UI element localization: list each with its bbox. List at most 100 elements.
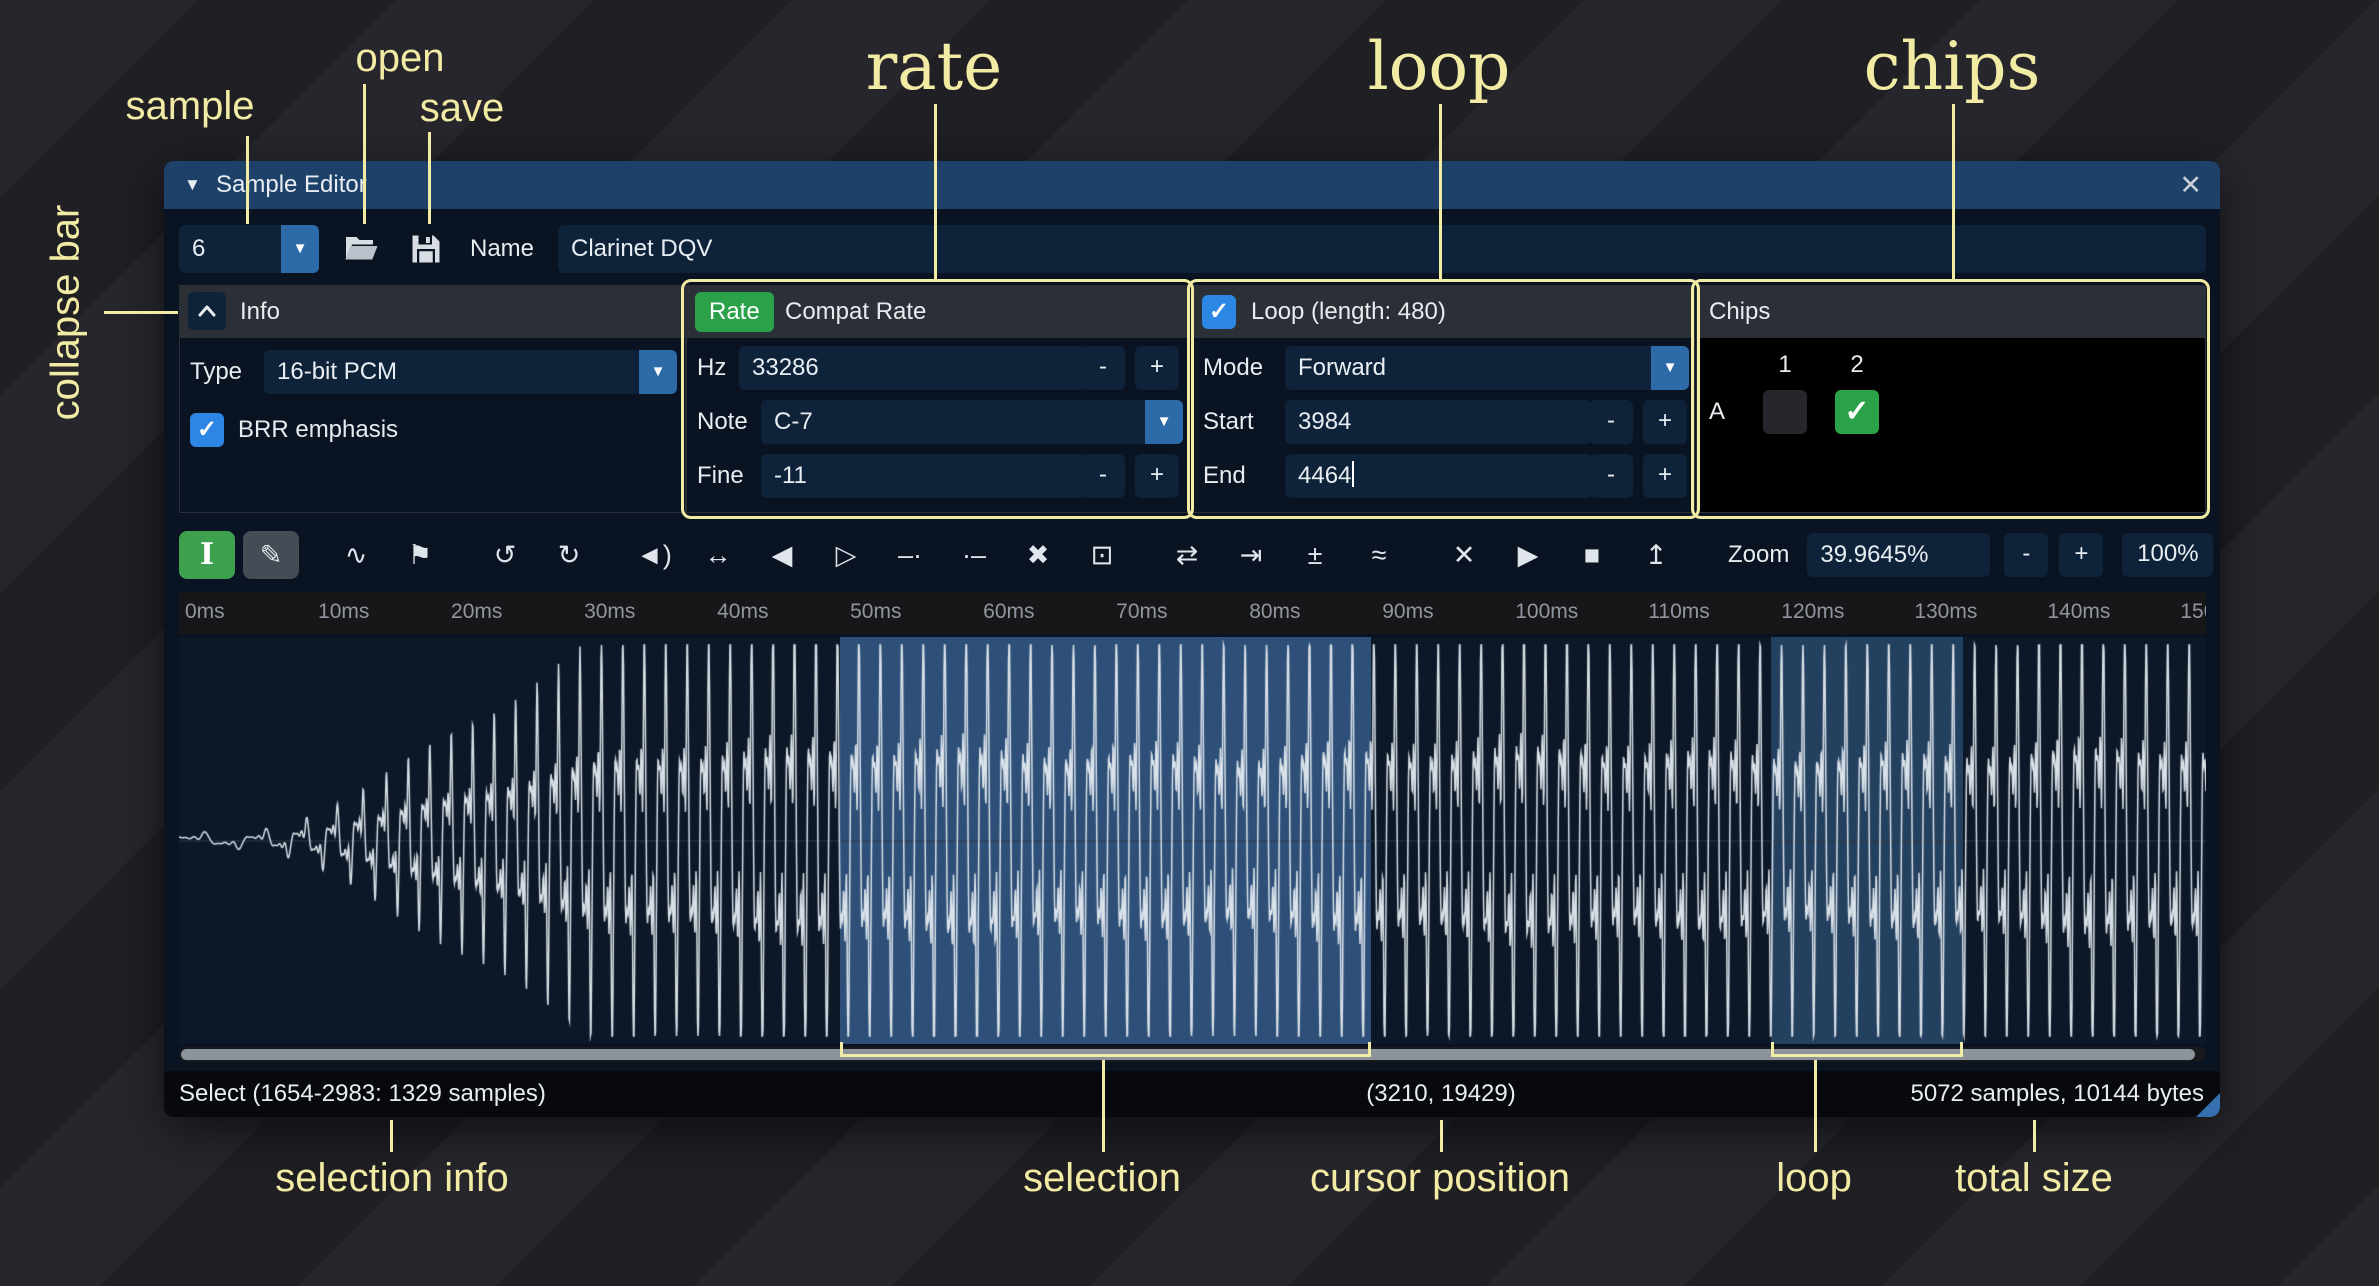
annotation-selection: selection: [962, 1156, 1242, 1201]
amplify-button[interactable]: ◄): [626, 531, 682, 579]
trim-button[interactable]: ⊡: [1074, 531, 1130, 579]
select-tool-button[interactable]: I: [179, 531, 235, 579]
zoom-input[interactable]: 39.9645%: [1807, 533, 1990, 577]
redo-button[interactable]: ↻: [541, 531, 597, 579]
preview-button[interactable]: ▶: [1500, 531, 1556, 579]
rate-highlight-outline: [681, 279, 1194, 519]
resize-button[interactable]: ↔: [690, 531, 746, 579]
resize-grip[interactable]: [2196, 1093, 2220, 1117]
ruler-label: 130ms: [1914, 600, 1977, 624]
ruler-label: 110ms: [1648, 600, 1709, 624]
status-bar: Select (1654-2983: 1329 samples) (3210, …: [164, 1071, 2220, 1117]
ruler-label: 140ms: [2047, 600, 2110, 624]
import-button[interactable]: ↥: [1628, 531, 1684, 579]
annotation-save: save: [392, 86, 532, 131]
zoom-reset-button[interactable]: 100%: [2122, 533, 2213, 577]
zoom-out-button[interactable]: -: [2004, 533, 2048, 577]
ruler-label: 10ms: [318, 600, 369, 624]
annotation-loop: loop: [1319, 28, 1559, 105]
annotation-open: open: [330, 36, 470, 81]
open-sample-button[interactable]: [337, 225, 385, 273]
info-title: Info: [240, 286, 280, 338]
annotation-loop-point: loop: [1714, 1156, 1914, 1201]
info-header: Info: [180, 286, 685, 338]
invert-button[interactable]: ▷: [818, 531, 874, 579]
brr-emphasis-label: BRR emphasis: [238, 408, 398, 452]
fade-out-button[interactable]: ·–: [946, 531, 1002, 579]
loop-highlight-outline: [1187, 279, 1700, 519]
undo-button[interactable]: ↺: [477, 531, 533, 579]
open-folder-icon: [343, 231, 379, 267]
delete-button[interactable]: ✖: [1010, 531, 1066, 579]
annotation-selection-info: selection info: [212, 1156, 572, 1201]
waveform-view[interactable]: [179, 637, 2206, 1044]
chevron-down-icon: ▼: [639, 350, 677, 394]
annotation-rate: rate: [814, 28, 1054, 105]
annotation-cursor-position: cursor position: [1240, 1156, 1640, 1201]
flip-button[interactable]: ⇄: [1159, 531, 1215, 579]
annotation-sample: sample: [110, 84, 270, 129]
ruler-label: 70ms: [1116, 600, 1167, 624]
status-cursor-position: (3210, 19429): [1366, 1071, 1515, 1117]
sample-name-input[interactable]: Clarinet DQV: [558, 225, 2206, 273]
ruler-label: 20ms: [451, 600, 502, 624]
chevron-down-icon: ▼: [281, 225, 319, 273]
status-total-size: 5072 samples, 10144 bytes: [1910, 1071, 2204, 1117]
chevron-up-icon: [195, 299, 219, 323]
ruler-label: 60ms: [983, 600, 1034, 624]
crossfade-button[interactable]: ✕: [1436, 531, 1492, 579]
sample-select-dropdown[interactable]: 6 ▼: [179, 225, 319, 273]
collapse-bar-button[interactable]: [188, 292, 226, 330]
status-selection-info: Select (1654-2983: 1329 samples): [179, 1071, 546, 1117]
annotation-collapse-bar: collapse bar: [44, 183, 89, 443]
sample-name-value: Clarinet DQV: [571, 235, 712, 262]
annotation-chips: chips: [1832, 28, 2072, 105]
window-title: Sample Editor: [216, 161, 367, 209]
ruler-label: 120ms: [1781, 600, 1844, 624]
ruler-label: 90ms: [1382, 600, 1433, 624]
stop-preview-button[interactable]: ■: [1564, 531, 1620, 579]
sample-editor-window: ▼ Sample Editor ✕ 6 ▼ Name Clarinet DQV: [164, 161, 2220, 1117]
create-wavetable-button[interactable]: ⚑: [392, 531, 448, 579]
waveform-canvas: [179, 637, 2206, 1044]
draw-tool-button[interactable]: ✎: [243, 531, 299, 579]
timeline-ruler: 0ms 10ms 20ms 30ms 40ms 50ms 60ms 70ms 80ms 90ms 1…: [179, 592, 2206, 634]
type-dropdown[interactable]: 16-bit PCM ▼: [264, 350, 677, 394]
ruler-label: 80ms: [1249, 600, 1300, 624]
info-panel: Info Type 16-bit PCM ▼ ✓ BRR emphasis: [179, 285, 686, 513]
chips-highlight-outline: [1691, 279, 2210, 519]
zoom-in-button[interactable]: +: [2059, 533, 2103, 577]
type-value: 16-bit PCM: [277, 350, 397, 394]
normalize-button[interactable]: ⇥: [1223, 531, 1279, 579]
annotation-line-total-size: [2033, 1120, 2036, 1152]
annotation-total-size: total size: [1884, 1156, 2184, 1201]
horizontal-scrollbar[interactable]: [179, 1047, 2206, 1062]
name-label: Name: [470, 225, 534, 273]
toolbar-buttons: I✎ ∿⚑ ↺↻ ◄)↔◀▷–··–✖⊡ ⇄⇥±≈ ✕▶■↥: [179, 531, 1692, 579]
brr-emphasis-checkbox[interactable]: ✓: [190, 413, 224, 447]
zoom-label: Zoom: [1728, 541, 1789, 569]
title-bar[interactable]: ▼ Sample Editor ✕: [164, 161, 2220, 209]
resample-button[interactable]: ∿: [328, 531, 384, 579]
close-icon[interactable]: ✕: [2179, 161, 2202, 209]
sign-invert-button[interactable]: ±: [1287, 531, 1343, 579]
fade-in-button[interactable]: –·: [882, 531, 938, 579]
sample-toolbar: I✎∿⚑↺↻◄)↔◀▷–··–✖⊡⇄⇥±≈✕▶■↥ Zoom 39.9645% …: [179, 528, 2206, 582]
sample-select-value: 6: [192, 225, 205, 273]
ruler-label: 150ms: [2180, 600, 2206, 624]
zoom-value: 39.9645%: [1820, 541, 1928, 568]
reverse-button[interactable]: ◀: [754, 531, 810, 579]
type-label: Type: [190, 350, 242, 394]
filter-button[interactable]: ≈: [1351, 531, 1407, 579]
window-collapse-icon[interactable]: ▼: [184, 161, 201, 209]
ruler-label: 30ms: [584, 600, 635, 624]
ruler-label: 0ms: [185, 600, 225, 624]
annotation-line-cursor-position: [1440, 1120, 1443, 1152]
save-sample-button[interactable]: [402, 225, 450, 273]
ruler-label: 50ms: [850, 600, 901, 624]
save-icon: [408, 231, 444, 267]
annotation-line-selection-info: [390, 1120, 393, 1152]
ruler-label: 40ms: [717, 600, 768, 624]
scrollbar-thumb[interactable]: [181, 1049, 2195, 1060]
ruler-label: 100ms: [1515, 600, 1578, 624]
